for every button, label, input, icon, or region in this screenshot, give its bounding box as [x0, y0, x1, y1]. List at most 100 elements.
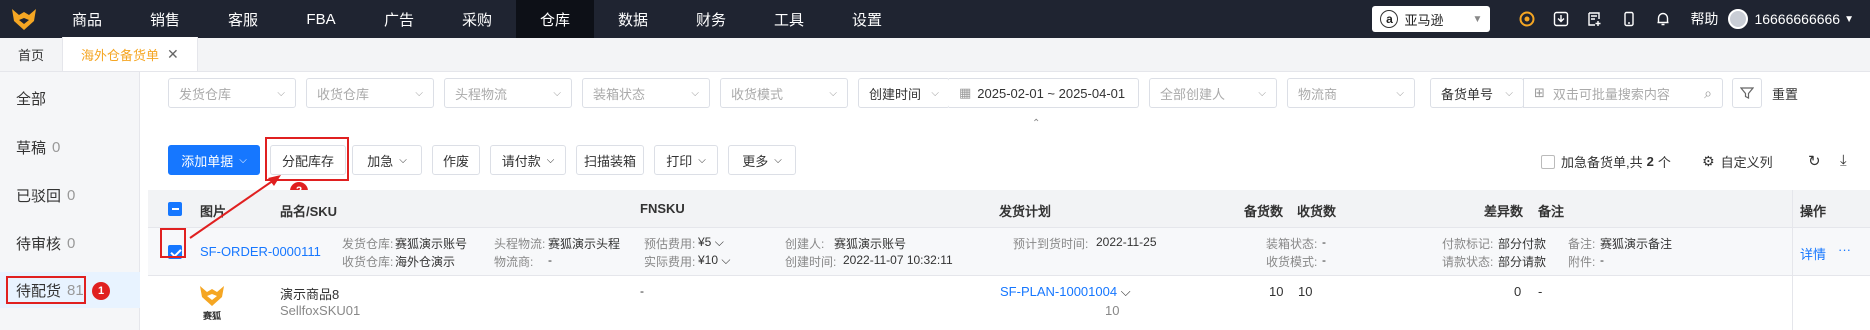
nav-item-finance[interactable]: 财务: [672, 0, 750, 38]
mobile-icon[interactable]: [1612, 0, 1646, 38]
select-placeholder: 头程物流: [455, 86, 508, 102]
sidebar-item-all[interactable]: 全部: [0, 80, 140, 116]
chevron-down-icon: ⌵: [829, 87, 837, 99]
select-placeholder: 收货模式: [731, 86, 784, 102]
urgent-stock-filter[interactable]: 加急备货单,共 2 个: [1541, 152, 1671, 171]
chevron-down-icon: ⌵: [399, 154, 407, 166]
recv-mode-value: -: [1322, 253, 1326, 267]
diff-qty: 0: [1514, 284, 1522, 299]
export-icon[interactable]: ⤓: [1840, 152, 1847, 169]
void-button[interactable]: 作废: [432, 145, 480, 175]
act-fee-label: 实际费用:: [644, 255, 696, 269]
fnsku-value: -: [640, 284, 644, 298]
nav-item-data[interactable]: 数据: [594, 0, 672, 38]
remark-label: 备注:: [1568, 237, 1596, 251]
nav-item-sales[interactable]: 销售: [126, 0, 204, 38]
sidebar-item-draft[interactable]: 草稿 0: [0, 129, 140, 165]
nav-item-ads[interactable]: 广告: [360, 0, 438, 38]
filter-icon[interactable]: [1732, 78, 1762, 108]
plan-link[interactable]: SF-PLAN-10001004 ⌵: [1000, 284, 1131, 300]
table-row-order: SF-ORDER-0000111 发货仓库: 赛狐演示账号 收货仓库: 海外仓演…: [148, 228, 1870, 276]
caret-down-icon: ▼: [1472, 13, 1483, 25]
column-header-diff-qty: 差异数: [1484, 204, 1524, 219]
sidebar-item-pending-review[interactable]: 待审核 0: [0, 225, 140, 261]
chevron-down-icon: ⌵: [1258, 87, 1266, 99]
custom-columns-button[interactable]: ⚙ 自定义列: [1702, 152, 1773, 171]
search-input[interactable]: ⊞ 双击可批量搜索内容 ⌕: [1523, 78, 1723, 108]
recv-mode-select[interactable]: 收货模式 ⌵: [720, 78, 848, 108]
eta-label: 预计到货时间:: [1013, 237, 1089, 251]
close-icon[interactable]: ✕: [167, 46, 179, 63]
scan-packing-button[interactable]: 扫描装箱: [576, 145, 644, 175]
packing-status-select[interactable]: 装箱状态 ⌵: [582, 78, 710, 108]
table-header: 图片 品名/SKU FNSKU 发货计划 备货数 收货数 差异数 备注 操作: [148, 190, 1870, 228]
chevron-down-icon: ⌵: [711, 235, 724, 249]
request-payment-button[interactable]: 请付款 ⌵: [490, 145, 566, 175]
more-button[interactable]: 更多 ⌵: [728, 145, 796, 175]
recv-warehouse-select[interactable]: 收货仓库 ⌵: [306, 78, 434, 108]
product-image: 赛狐: [196, 284, 228, 321]
date-range-value: 2025-02-01 ~ 2025-04-01: [977, 85, 1126, 101]
ship-wh-label: 发货仓库:: [342, 237, 394, 251]
carrier-value: -: [548, 253, 552, 267]
date-range-picker[interactable]: ▦ 2025-02-01 ~ 2025-04-01: [949, 78, 1139, 108]
store-selector[interactable]: a 亚马逊 ▼: [1372, 6, 1491, 32]
time-type-select[interactable]: 创建时间 ⌵: [858, 78, 950, 108]
nav-item-products[interactable]: 商品: [48, 0, 126, 38]
order-id-link[interactable]: SF-ORDER-0000111: [200, 244, 321, 259]
user-menu[interactable]: 16666666666 ▼: [1728, 9, 1854, 29]
recv-wh-value: 海外仓演示: [395, 255, 456, 269]
task-list-icon[interactable]: [1578, 0, 1612, 38]
nav-item-service[interactable]: 客服: [204, 0, 282, 38]
recv-qty: 10: [1298, 284, 1313, 299]
select-placeholder: 全部创建人: [1160, 86, 1226, 102]
chevron-down-icon: ⌵: [698, 154, 706, 166]
add-document-button[interactable]: 添加单据 ⌵: [168, 145, 260, 175]
print-button[interactable]: 打印 ⌵: [654, 145, 718, 175]
button-label: 添加单据: [181, 153, 234, 169]
column-header-recv-qty: 收货数: [1297, 204, 1337, 219]
refresh-icon[interactable]: ↻: [1808, 152, 1821, 170]
search-type-select[interactable]: 备货单号 ⌵: [1430, 78, 1524, 108]
sidebar-item-rejected[interactable]: 已驳回 0: [0, 177, 140, 213]
help-link[interactable]: 帮助: [1690, 9, 1718, 29]
creator-select[interactable]: 全部创建人 ⌵: [1149, 78, 1277, 108]
nav-item-purchase[interactable]: 采购: [438, 0, 516, 38]
nav-item-tools[interactable]: 工具: [750, 0, 828, 38]
select-value: 备货单号: [1441, 86, 1494, 102]
avatar: [1728, 9, 1749, 29]
urgent-stock-checkbox[interactable]: [1541, 154, 1555, 169]
coin-icon[interactable]: [1510, 0, 1544, 38]
sellfox-logo-icon: [200, 286, 224, 306]
reset-button[interactable]: 重置: [1772, 84, 1798, 103]
logistics-select[interactable]: 物流商 ⌵: [1287, 78, 1415, 108]
ship-wh-value: 赛狐演示账号: [395, 237, 468, 251]
highlight-box-allocate-stock: [265, 137, 349, 181]
tab-home[interactable]: 首页: [0, 37, 62, 71]
ship-warehouse-select[interactable]: 发货仓库 ⌵: [168, 78, 296, 108]
collapse-filters-icon[interactable]: ⌃: [1032, 118, 1040, 129]
bell-icon[interactable]: [1646, 0, 1680, 38]
chevron-down-icon: ⌵: [546, 154, 555, 166]
nav-item-fba[interactable]: FBA: [282, 0, 360, 38]
creator-value: 赛狐演示账号: [834, 237, 907, 251]
search-icon[interactable]: ⌕: [1704, 85, 1712, 102]
user-name: 16666666666: [1754, 11, 1841, 27]
download-icon[interactable]: [1544, 0, 1578, 38]
sidebar-item-count: 0: [67, 234, 76, 252]
nav-item-warehouse[interactable]: 仓库: [516, 0, 594, 38]
urgent-button[interactable]: 加急 ⌵: [352, 145, 422, 175]
select-placeholder: 收货仓库: [317, 86, 370, 102]
tab-overseas-stock-order[interactable]: 海外仓备货单 ✕: [62, 37, 198, 71]
first-leg-select[interactable]: 头程物流 ⌵: [444, 78, 572, 108]
urgent-stock-unit: 个: [1657, 155, 1671, 170]
act-fee-value[interactable]: ¥10 ⌵: [698, 253, 730, 268]
est-fee-value[interactable]: ¥5 ⌵: [698, 235, 724, 250]
urgent-stock-count: 2: [1646, 154, 1654, 169]
nav-item-settings[interactable]: 设置: [828, 0, 906, 38]
top-nav: 商品 销售 客服 FBA 广告 采购 仓库 数据 财务 工具 设置 a 亚马逊 …: [0, 0, 1870, 38]
select-all-checkbox[interactable]: [168, 202, 182, 216]
sellfox-logo-icon[interactable]: [0, 0, 48, 38]
product-sku: SellfoxSKU01: [280, 303, 361, 318]
chevron-down-icon: ⌵: [718, 253, 731, 267]
